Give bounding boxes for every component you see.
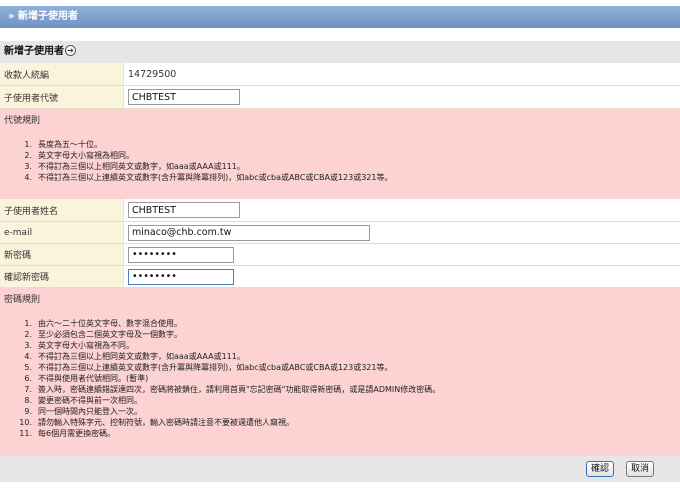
- code-rules-panel: 代號規則 1. 長度為五～十位。 2. 英文字母大小寫視為相同。 3. 不得訂為三個以…: [0, 109, 680, 199]
- password-rules-list: 1. 由六～二十位英文字母、數字混合使用。 2. 至少必須包含二個英文字母及一個數字…: [18, 318, 440, 439]
- list-item: 1. 由六～二十位英文字母、數字混合使用。: [24, 319, 182, 328]
- page-title-bar: » 新增子使用者: [0, 6, 680, 28]
- confirm-password-input[interactable]: [128, 268, 234, 285]
- code-rules-list: 1. 長度為五～十位。 2. 英文字母大小寫視為相同。 3. 不得訂為三個以上相同英文…: [18, 139, 393, 183]
- action-bar: 確認 取消: [0, 456, 680, 482]
- password-rules-panel: 密碼規則 1. 由六～二十位英文字母、數字混合使用。 2. 至少必須包含二個英文字母…: [0, 288, 680, 456]
- email-input[interactable]: [128, 224, 370, 241]
- list-item: 2. 至少必須包含二個英文字母及一個數字。: [24, 330, 182, 339]
- confirm-button[interactable]: 確認: [586, 461, 614, 477]
- sub-user-code-row: 子使用者代號: [0, 86, 680, 109]
- confirm-password-row: 確認新密碼: [0, 266, 680, 288]
- list-item: 11. 每6個月需更換密碼。: [19, 429, 116, 438]
- sub-user-code-label: 子使用者代號: [0, 86, 124, 108]
- cancel-button[interactable]: 取消: [626, 461, 654, 477]
- code-rules-title: 代號規則: [4, 116, 41, 126]
- list-item: 4. 不得訂為三個以上連續英文或數字(含升冪與降冪排列)，如abc或cba或ABC…: [24, 173, 393, 182]
- section-title: 新增子使用者: [4, 46, 64, 57]
- sub-user-name-input[interactable]: [128, 202, 240, 218]
- sub-user-name-row: 子使用者姓名: [0, 199, 680, 222]
- list-item: 7. 簽入時，密碼連續錯誤達四次，密碼將被鎖住，請利用首頁"忘記密碼"功能取得新密…: [24, 385, 441, 394]
- email-label: e-mail: [0, 222, 124, 243]
- new-password-row: 新密碼: [0, 244, 680, 266]
- list-item: 6. 不得與使用者代號相同。(暫準): [24, 374, 149, 383]
- list-item: 5. 不得訂為三個以上連續英文或數字(含升冪與降冪排列)，如abc或cba或ABC…: [24, 363, 393, 372]
- confirm-password-label: 確認新密碼: [0, 266, 124, 287]
- payee-id-label: 收款人統編: [0, 63, 124, 85]
- page-title: » 新增子使用者: [8, 11, 78, 22]
- payee-id-row: 收款人統編 14729500: [0, 63, 680, 86]
- password-rules-title: 密碼規則: [4, 295, 41, 305]
- list-item: 2. 英文字母大小寫視為相同。: [24, 151, 134, 160]
- list-item: 4. 不得訂為三個以上相同英文或數字，如aaa或AAA或111。: [24, 352, 245, 361]
- list-item: 1. 長度為五～十位。: [24, 140, 102, 149]
- new-password-label: 新密碼: [0, 244, 124, 265]
- list-item: 8. 變更密碼不得與前一次相同。: [24, 396, 142, 405]
- sub-user-code-input[interactable]: [128, 89, 240, 105]
- email-row: e-mail: [0, 222, 680, 244]
- list-item: 10. 請勿輸入特殊字元、控制符號，輸入密碼時請注意不要被週遭他人窺視。: [19, 418, 294, 427]
- new-password-input[interactable]: [128, 246, 234, 263]
- payee-id-value: 14729500: [128, 68, 177, 80]
- section-header: 新增子使用者 ➔: [0, 41, 680, 63]
- list-item: 3. 不得訂為三個以上相同英文或數字，如aaa或AAA或111。: [24, 162, 245, 171]
- list-item: 9. 同一個時間內只能登入一次。: [24, 407, 142, 416]
- list-item: 3. 英文字母大小寫視為不同。: [24, 341, 134, 350]
- info-arrow-icon[interactable]: ➔: [65, 45, 76, 56]
- sub-user-name-label: 子使用者姓名: [0, 199, 124, 221]
